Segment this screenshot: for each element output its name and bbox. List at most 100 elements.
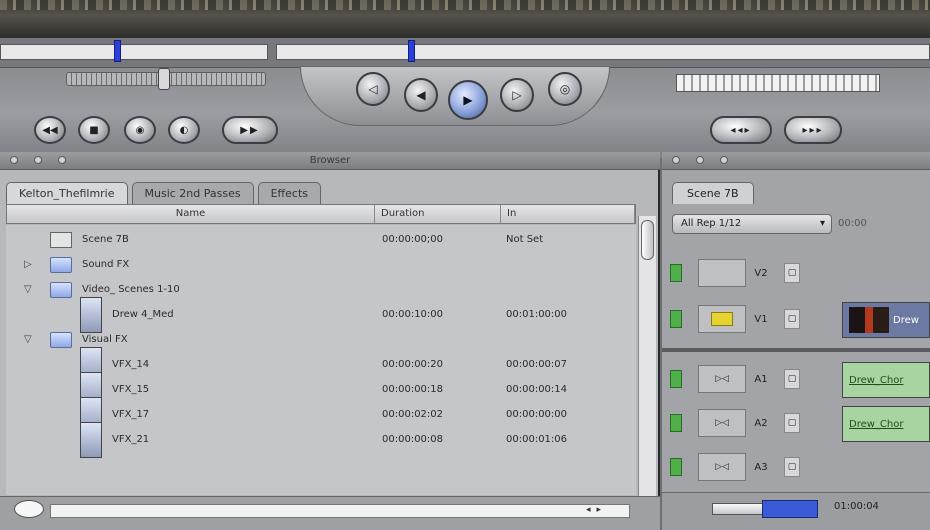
- track-v2: V2 ▢: [666, 252, 930, 294]
- track-visibility-toggle[interactable]: [670, 370, 682, 388]
- tab-effects[interactable]: Effects: [257, 182, 321, 204]
- sequence-select-value: All Rep 1/12: [681, 218, 742, 229]
- sequence-row[interactable]: Scene 7B 00:00:00;00 Not Set: [6, 227, 636, 252]
- chevron-down-icon: ▾: [819, 218, 825, 229]
- browser-tabs: Kelton_Thefilmrie Music 2nd Passes Effec…: [6, 182, 321, 204]
- column-header-name[interactable]: Name: [7, 205, 375, 223]
- jog-shuttle-knob[interactable]: [158, 68, 170, 90]
- clip-icon: [80, 421, 102, 458]
- row-name-cell: VFX_14: [6, 346, 374, 383]
- track-visibility-toggle[interactable]: [670, 310, 682, 328]
- browser-vertical-scrollbar[interactable]: [638, 216, 656, 502]
- row-name: VFX_15: [112, 384, 150, 395]
- row-name: VFX_17: [112, 409, 150, 420]
- lock-icon[interactable]: ▢: [784, 457, 800, 477]
- go-to-next-edit-button[interactable]: ◎: [548, 72, 582, 106]
- row-in-point: 00:01:00:00: [506, 309, 568, 320]
- play-in-to-out-button[interactable]: ◀: [404, 78, 438, 112]
- row-name-cell: VFX_21: [6, 421, 374, 458]
- track-name: A3: [754, 461, 768, 473]
- column-header-in[interactable]: In: [501, 205, 635, 223]
- scrubber-track-right[interactable]: [276, 44, 930, 60]
- timeline-zoom-button[interactable]: [720, 156, 728, 164]
- timeline-minimize-button[interactable]: [696, 156, 704, 164]
- lock-icon[interactable]: ▢: [784, 413, 800, 433]
- match-frame-button[interactable]: ◀◀: [34, 116, 66, 144]
- viewer-image-strip: [0, 0, 930, 38]
- track-name: A1: [754, 373, 768, 385]
- timeline-audio-clip[interactable]: Drew_Chor: [842, 406, 930, 442]
- track-visibility-toggle[interactable]: [670, 458, 682, 476]
- audio-source-patch[interactable]: ▷◁: [698, 453, 746, 481]
- timeline-window: Scene 7B All Rep 1/12 ▾ 00:00 V2 ▢ V1 ▢ …: [662, 152, 930, 530]
- bin-row[interactable]: ▷ Sound FX: [6, 252, 636, 277]
- source-patch-active[interactable]: [698, 305, 746, 333]
- column-header-duration[interactable]: Duration: [375, 205, 501, 223]
- scroll-arrows-icon[interactable]: ◂▸: [586, 505, 607, 515]
- clip-row[interactable]: VFX_21 00:00:00:08 00:00:01:06: [6, 421, 636, 458]
- row-name: Drew 4_Med: [112, 309, 174, 320]
- zoom-window-button[interactable]: [58, 156, 66, 164]
- sequence-select[interactable]: All Rep 1/12 ▾: [672, 214, 832, 234]
- row-name: Visual FX: [82, 334, 128, 345]
- lock-icon[interactable]: ▢: [784, 263, 800, 283]
- row-duration: 00:00:00:08: [382, 434, 444, 445]
- track-visibility-toggle[interactable]: [670, 414, 682, 432]
- add-marker-button[interactable]: ▶▶: [222, 116, 278, 144]
- audio-source-patch[interactable]: ▷◁: [698, 409, 746, 437]
- row-name: VFX_21: [112, 434, 150, 445]
- track-name: V2: [754, 267, 768, 279]
- row-name-cell: ▷ Sound FX: [6, 252, 374, 277]
- source-patch[interactable]: [698, 259, 746, 287]
- timeline-video-clip[interactable]: Drew: [842, 302, 930, 338]
- browser-oval-button[interactable]: [14, 500, 44, 518]
- disclosure-closed-icon[interactable]: ▷: [24, 259, 32, 270]
- insert-edit-button[interactable]: ◂◂▸: [710, 116, 772, 144]
- row-name-cell: Scene 7B: [6, 227, 374, 252]
- minimize-window-button[interactable]: [34, 156, 42, 164]
- mark-out-button[interactable]: ◐: [168, 116, 200, 144]
- lock-icon[interactable]: ▢: [784, 309, 800, 329]
- disclosure-open-icon[interactable]: ▽: [24, 284, 32, 295]
- row-name: Video_ Scenes 1-10: [82, 284, 180, 295]
- clip-thumbnail: [849, 307, 889, 333]
- row-in-point: 00:00:00:14: [506, 384, 568, 395]
- audio-source-patch[interactable]: ▷◁: [698, 365, 746, 393]
- mark-clip-button[interactable]: ■: [78, 116, 110, 144]
- timeline-ruler-timecode: 00:00: [838, 218, 867, 229]
- folder-icon: [50, 256, 72, 273]
- timeline-bottom-timecode: 01:00:04: [834, 501, 879, 512]
- track-visibility-toggle[interactable]: [670, 264, 682, 282]
- row-duration: 00:00:02:02: [382, 409, 444, 420]
- browser-horizontal-scrollbar[interactable]: [50, 504, 630, 518]
- play-around-current-button[interactable]: ▷: [500, 78, 534, 112]
- timeline-close-button[interactable]: [672, 156, 680, 164]
- browser-window: Browser Kelton_Thefilmrie Music 2nd Pass…: [0, 152, 660, 530]
- out-point-marker[interactable]: [408, 40, 415, 62]
- row-name: Scene 7B: [82, 234, 129, 245]
- close-window-button[interactable]: [10, 156, 18, 164]
- tab-music[interactable]: Music 2nd Passes: [131, 182, 254, 204]
- clip-row[interactable]: Drew 4_Med 00:00:10:00 00:01:00:00: [6, 296, 636, 333]
- vertical-scroll-thumb[interactable]: [641, 220, 654, 260]
- video-audio-divider[interactable]: [662, 348, 930, 352]
- in-point-marker[interactable]: [114, 40, 121, 62]
- row-in-point: 00:00:01:06: [506, 434, 568, 445]
- play-button[interactable]: ▶: [448, 80, 488, 120]
- mark-in-button[interactable]: ◉: [124, 116, 156, 144]
- scrubber-track-left[interactable]: [0, 44, 268, 60]
- go-to-previous-edit-button[interactable]: ◁: [356, 72, 390, 106]
- timeline-audio-clip[interactable]: Drew_Chor: [842, 362, 930, 398]
- disclosure-open-icon[interactable]: ▽: [24, 334, 32, 345]
- row-name-cell: VFX_15: [6, 371, 374, 408]
- clip-name: Drew: [893, 315, 919, 326]
- tab-sequence[interactable]: Scene 7B: [672, 182, 754, 204]
- zoom-slider-thumb[interactable]: [762, 500, 818, 518]
- browser-item-list: Scene 7B 00:00:00;00 Not Set ▷ Sound FX ▽ Vide…: [6, 225, 636, 495]
- lock-icon[interactable]: ▢: [784, 369, 800, 389]
- row-name-cell: ▽ Visual FX: [6, 327, 374, 352]
- overwrite-edit-button[interactable]: ▸▸▸: [784, 116, 842, 144]
- browser-title: Browser: [309, 155, 351, 166]
- tab-project[interactable]: Kelton_Thefilmrie: [6, 182, 128, 204]
- row-duration: 00:00:10:00: [382, 309, 444, 320]
